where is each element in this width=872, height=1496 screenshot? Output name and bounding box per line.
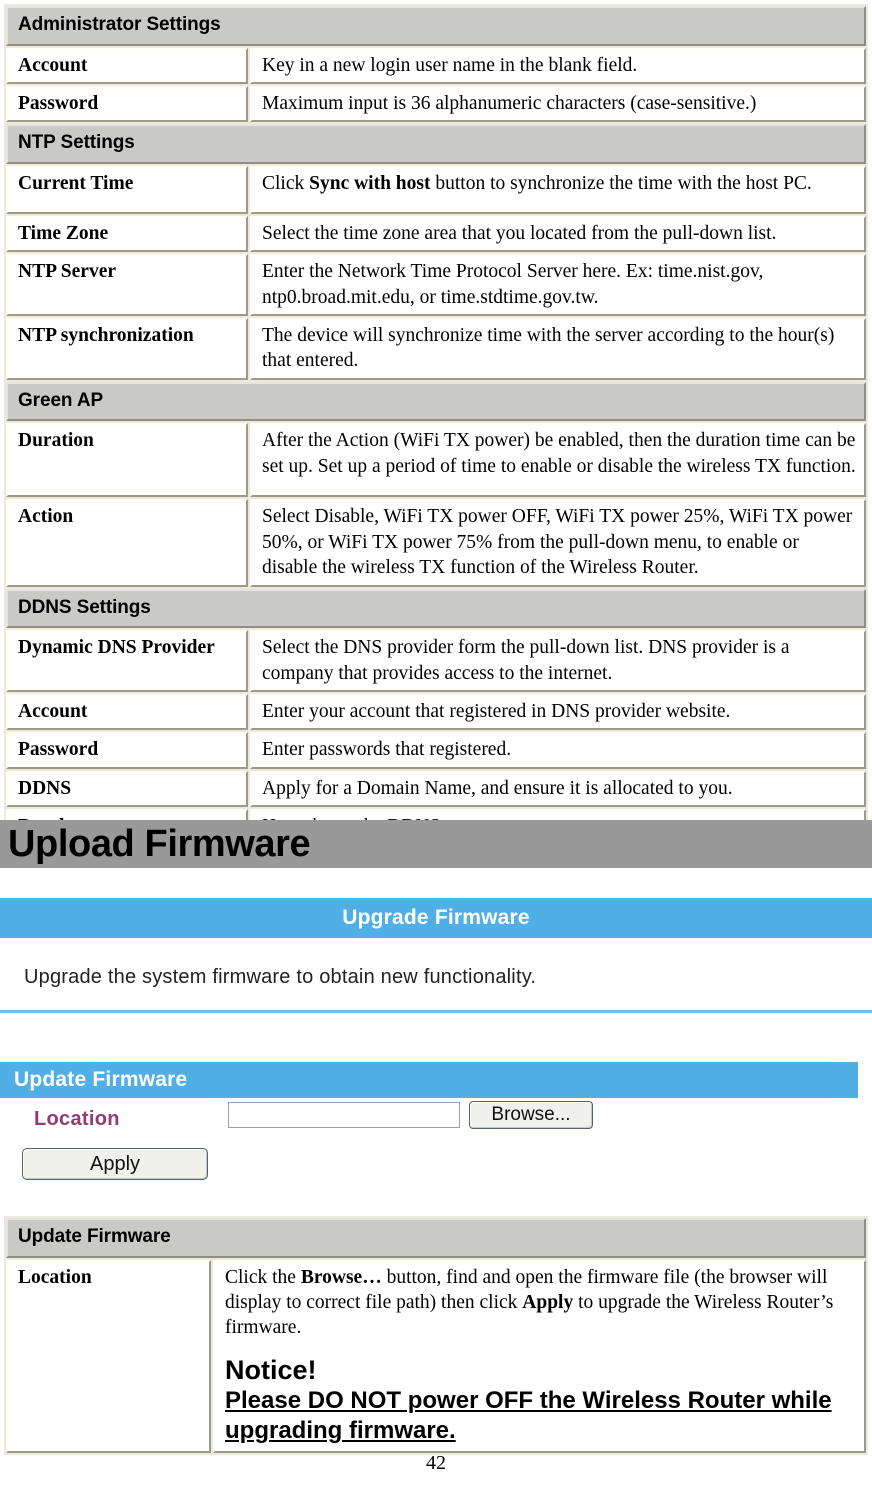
table-row: Account Enter your account that registere… bbox=[6, 693, 866, 731]
description-paragraph: Click the Browse… button, find and open … bbox=[225, 1266, 834, 1339]
notice-body: Please DO NOT power OFF the Wireless Rou… bbox=[225, 1386, 832, 1445]
table-row: NTP Settings bbox=[6, 124, 866, 165]
table-row: Location Click the Browse… button, find … bbox=[6, 1259, 866, 1454]
update-firmware-banner: Update Firmware bbox=[0, 1062, 858, 1098]
row-description: Select Disable, WiFi TX power OFF, WiFi … bbox=[250, 499, 866, 587]
row-description: Enter the Network Time Protocol Server h… bbox=[250, 254, 866, 317]
router-web-ui-screenshot: Upgrade Firmware Upgrade the system firm… bbox=[0, 898, 872, 1198]
table-row: Update Firmware bbox=[6, 1218, 866, 1258]
row-description: Maximum input is 36 alphanumeric charact… bbox=[250, 86, 866, 123]
row-label: Password bbox=[6, 86, 248, 123]
table-row: Dynamic DNS Provider Select the DNS provi… bbox=[6, 630, 866, 692]
apply-button[interactable]: Apply bbox=[22, 1148, 208, 1180]
row-description: Apply for a Domain Name, and ensure it i… bbox=[250, 770, 866, 807]
table-row: Current Time Click Sync with host button … bbox=[6, 166, 866, 215]
row-label: Dynamic DNS Provider bbox=[6, 630, 248, 692]
table-row: Action Select Disable, WiFi TX power OFF,… bbox=[6, 499, 866, 587]
row-label: Password bbox=[6, 732, 248, 769]
section-header: NTP Settings bbox=[6, 124, 866, 165]
location-field-label: Location bbox=[34, 1108, 120, 1130]
page-number: 42 bbox=[426, 1452, 446, 1474]
table-row: Time Zone Select the time zone area that … bbox=[6, 216, 866, 253]
table-row: Password Enter passwords that registered. bbox=[6, 732, 866, 769]
row-description: Click Sync with host button to synchroni… bbox=[250, 166, 866, 215]
settings-description-table: Administrator Settings Account Key in a ne… bbox=[4, 4, 868, 848]
table-row: Administrator Settings bbox=[6, 6, 866, 46]
browse-button[interactable]: Browse... bbox=[469, 1101, 593, 1129]
row-label: Duration bbox=[6, 423, 248, 498]
table-row: Account Key in a new login user name in t… bbox=[6, 47, 866, 85]
notice-title: Notice! bbox=[225, 1354, 317, 1385]
row-label: NTP Server bbox=[6, 254, 248, 317]
row-description: Select the time zone area that you locat… bbox=[250, 216, 866, 253]
section-header: Green AP bbox=[6, 381, 866, 422]
table-row: NTP Server Enter the Network Time Protoco… bbox=[6, 254, 866, 317]
location-input[interactable] bbox=[228, 1102, 460, 1128]
row-label-location: Location bbox=[6, 1259, 211, 1454]
table-row: NTP synchronization The device will synch… bbox=[6, 318, 866, 380]
section-header: DDNS Settings bbox=[6, 588, 866, 629]
row-description-location: Click the Browse… button, find and open … bbox=[213, 1259, 866, 1454]
row-description: Enter passwords that registered. bbox=[250, 732, 866, 769]
upgrade-firmware-banner: Upgrade Firmware bbox=[0, 898, 872, 938]
upgrade-firmware-description: Upgrade the system firmware to obtain ne… bbox=[24, 966, 537, 988]
row-label: Current Time bbox=[6, 166, 248, 215]
row-label: Account bbox=[6, 693, 248, 731]
table-row: DDNS Apply for a Domain Name, and ensure … bbox=[6, 770, 866, 807]
page-section-heading: Upload Firmware bbox=[0, 820, 872, 868]
table-row: Password Maximum input is 36 alphanumeric… bbox=[6, 86, 866, 123]
row-label: NTP synchronization bbox=[6, 318, 248, 380]
section-divider bbox=[0, 1010, 872, 1013]
table-row: Green AP bbox=[6, 381, 866, 422]
row-description: Enter your account that registered in DN… bbox=[250, 693, 866, 731]
row-label: Account bbox=[6, 47, 248, 85]
update-firmware-description-table: Update Firmware Location Click the Brows… bbox=[4, 1216, 868, 1456]
row-label: DDNS bbox=[6, 770, 248, 807]
section-header-update-firmware: Update Firmware bbox=[6, 1218, 866, 1258]
section-header: Administrator Settings bbox=[6, 6, 866, 46]
row-label: Time Zone bbox=[6, 216, 248, 253]
row-label: Action bbox=[6, 499, 248, 587]
table-row: DDNS Settings bbox=[6, 588, 866, 629]
table-row: Duration After the Action (WiFi TX power)… bbox=[6, 423, 866, 498]
row-description: Select the DNS provider form the pull-do… bbox=[250, 630, 866, 692]
row-description: Key in a new login user name in the blan… bbox=[250, 47, 866, 85]
row-description: After the Action (WiFi TX power) be enab… bbox=[250, 423, 866, 498]
row-description: The device will synchronize time with th… bbox=[250, 318, 866, 380]
